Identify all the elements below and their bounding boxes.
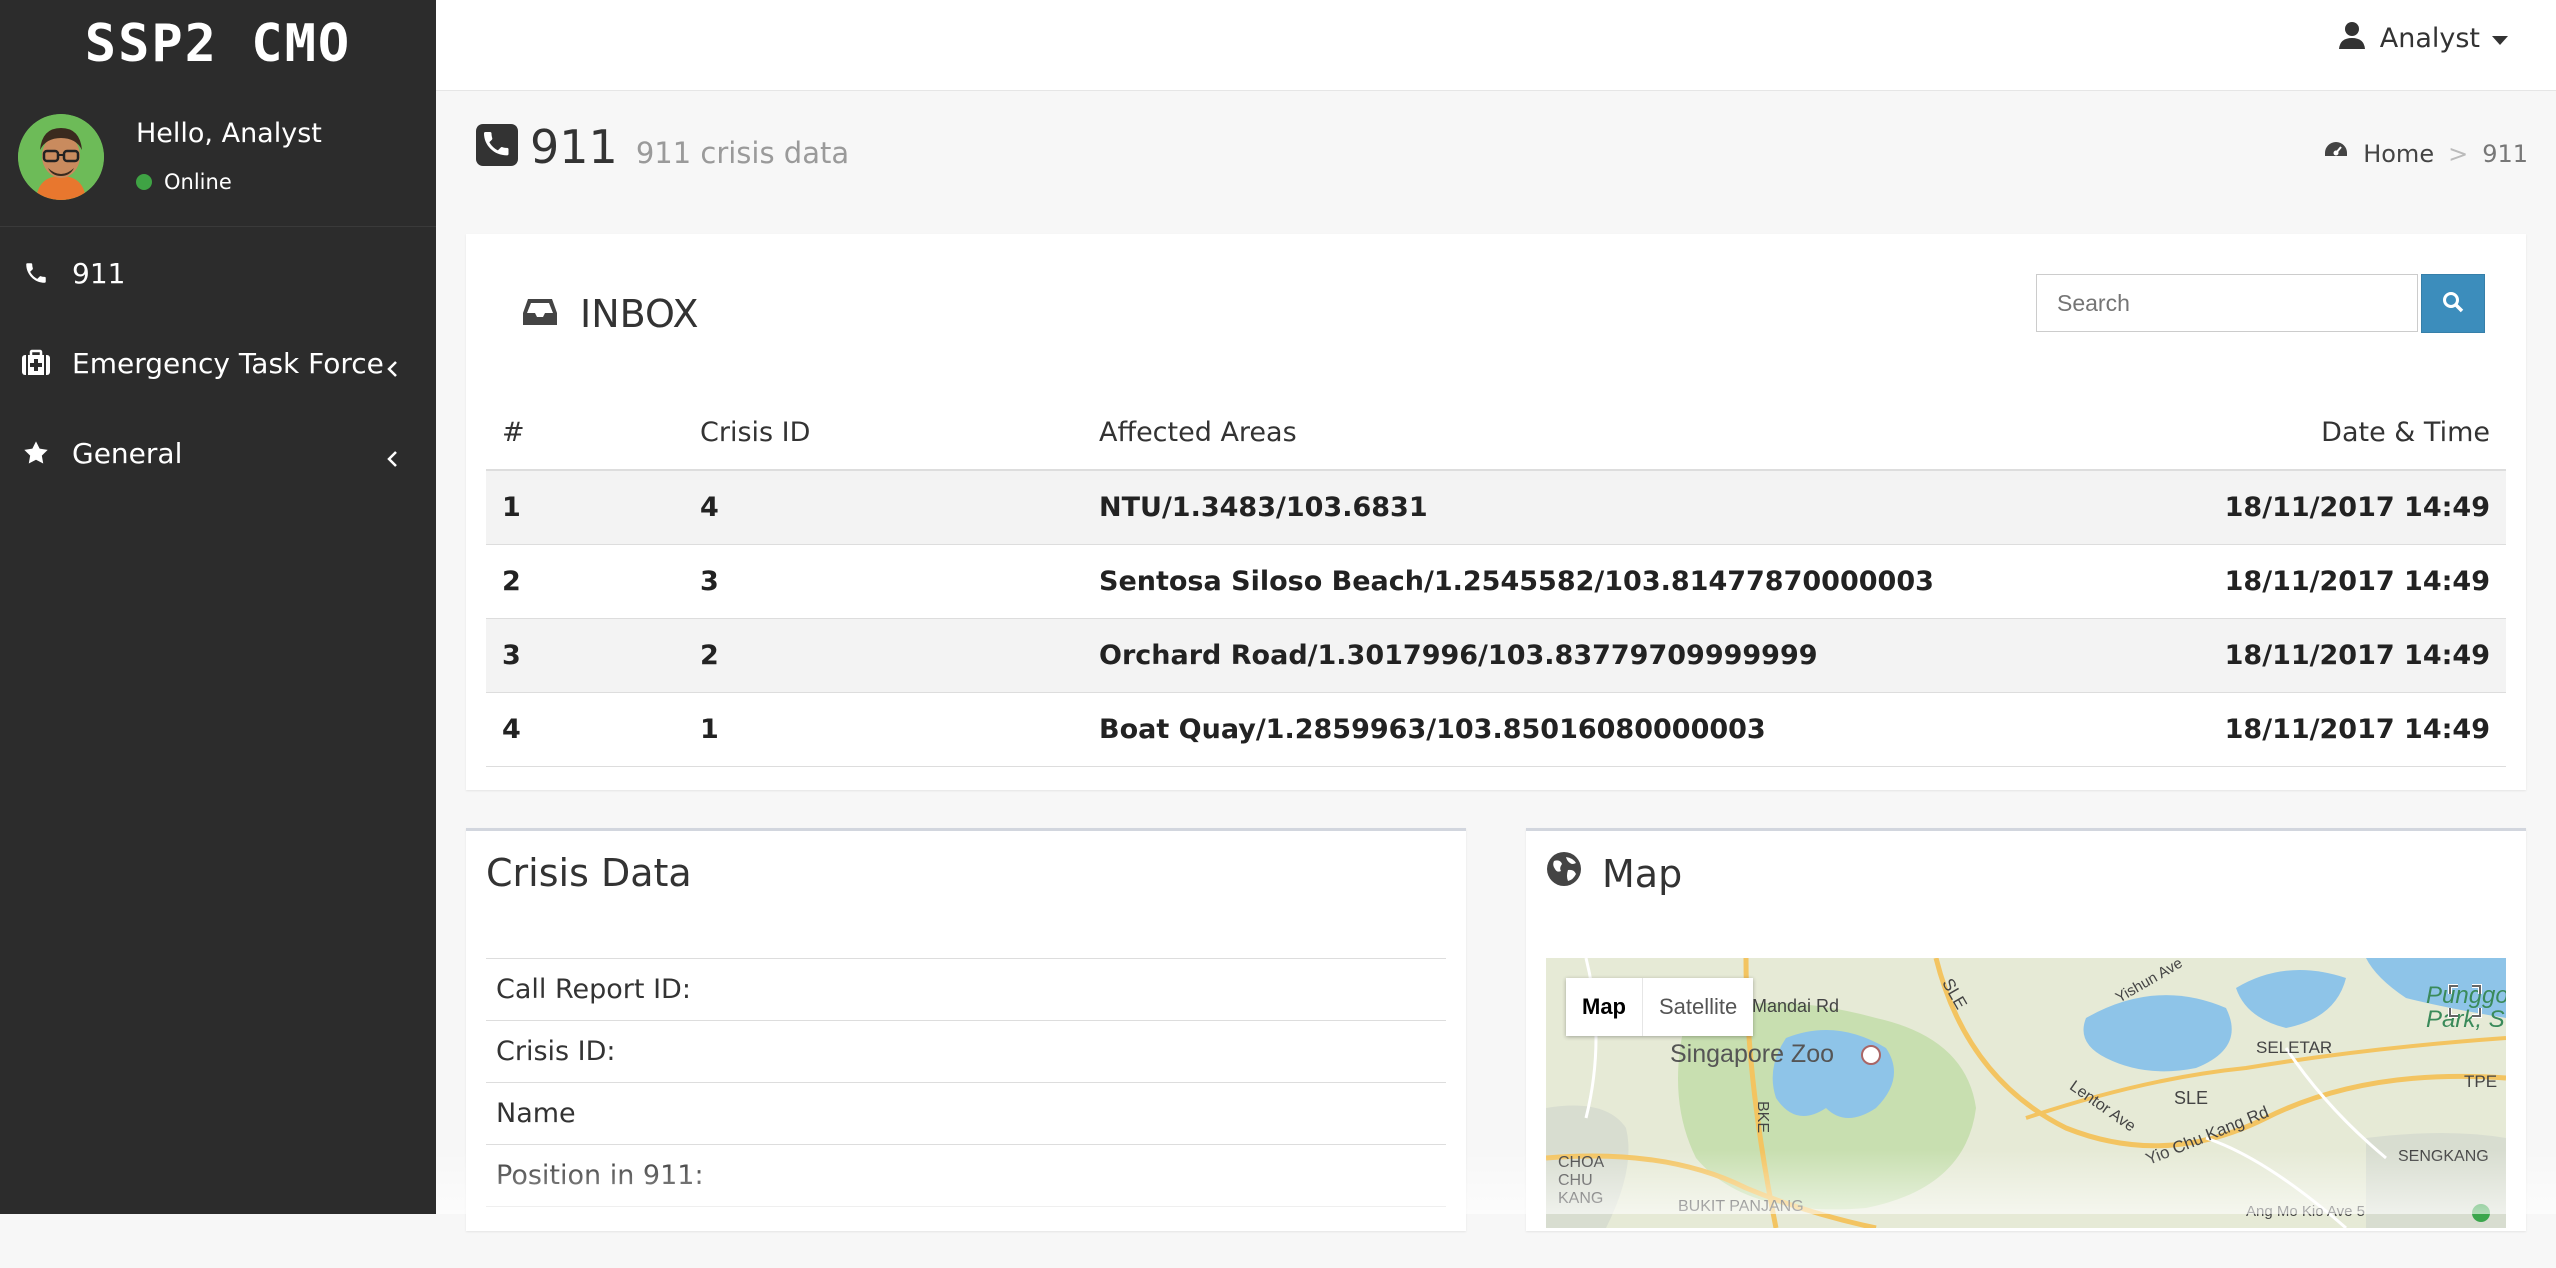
sidebar: SSP2 CMO Hello, Analyst Online 911 Emerg… [0, 0, 436, 1214]
breadcrumb-separator: > [2448, 140, 2469, 168]
sidebar-item-general[interactable]: General [0, 408, 436, 498]
online-status: Online [136, 170, 232, 194]
status-text: Online [164, 170, 232, 194]
medkit-icon [0, 349, 72, 377]
map-label: SENGKANG [2398, 1148, 2489, 1165]
search-button[interactable] [2421, 274, 2485, 333]
crisis-id: 2 [684, 618, 1083, 693]
map-type-satellite-button[interactable]: Satellite [1642, 978, 1753, 1036]
date-time: 18/11/2017 14:49 [2142, 469, 2506, 545]
map-type-map-button[interactable]: Map [1566, 978, 1642, 1036]
table-row[interactable]: 1 4 NTU/1.3483/103.6831 18/11/2017 14:49 [486, 469, 2506, 545]
map-label: BKE [1754, 1100, 1772, 1134]
chevron-left-icon [386, 352, 398, 385]
breadcrumb-current: 911 [2482, 140, 2528, 168]
map-label: Singapore Zoo [1670, 1040, 1835, 1068]
column-header: Date & Time [2142, 396, 2506, 471]
map-title: Map [1602, 851, 1683, 896]
crisis-field-call-report-id: Call Report ID: [486, 958, 1446, 1020]
map-label: SELETAR [2256, 1038, 2333, 1057]
online-dot-icon [136, 174, 152, 190]
inbox-panel: INBOX # Crisis ID Affected Areas Date & … [466, 234, 2526, 790]
sidebar-item-label: 911 [72, 256, 126, 290]
row-number: 2 [486, 544, 684, 619]
inbox-table: # Crisis ID Affected Areas Date & Time 1… [486, 396, 2506, 767]
affected-area: Sentosa Siloso Beach/1.2545582/103.81477… [1083, 544, 2143, 619]
phone-square-icon [476, 124, 518, 170]
affected-area: Boat Quay/1.2859963/103.85016080000003 [1083, 692, 2143, 767]
map-label: CHOA CHU KANG [1558, 1154, 1604, 1207]
crisis-data-panel: Crisis Data Call Report ID: Crisis ID: N… [466, 828, 1466, 1231]
inbox-icon [522, 292, 558, 336]
table-row[interactable]: 4 1 Boat Quay/1.2859963/103.850160800000… [486, 692, 2506, 767]
phone-icon [0, 260, 72, 286]
user-greeting: Hello, Analyst [136, 118, 322, 149]
row-number: 4 [486, 692, 684, 767]
user-menu[interactable]: Analyst [2338, 20, 2508, 57]
inbox-title: INBOX [580, 292, 699, 336]
caret-down-icon [2492, 36, 2508, 45]
fullscreen-icon [2442, 984, 2488, 1028]
row-number: 1 [486, 469, 684, 545]
crisis-id: 4 [684, 469, 1083, 545]
crisis-id: 1 [684, 692, 1083, 767]
row-number: 3 [486, 618, 684, 693]
map-label: Ang Mo Kio Ave 5 [2246, 1203, 2365, 1220]
crisis-field-position: Position in 911: [486, 1144, 1446, 1206]
page-header: 911 911 crisis data [476, 120, 849, 174]
top-navbar: Analyst [436, 0, 2556, 91]
page-title: 911 [530, 120, 618, 174]
user-icon [2338, 20, 2366, 57]
crisis-data-list: Call Report ID: Crisis ID: Name Position… [486, 958, 1446, 1268]
breadcrumb: Home > 911 [2323, 140, 2528, 168]
map-panel: Map Mandai Rd Singapore Zoo SLE SELETAR … [1526, 828, 2526, 1231]
avatar [18, 114, 104, 200]
star-icon [0, 439, 72, 467]
sidebar-item-emergency-task-force[interactable]: Emergency Task Force [0, 318, 436, 408]
globe-icon [1546, 851, 1582, 896]
sidebar-item-label: General [72, 436, 183, 470]
breadcrumb-home-link[interactable]: Home [2363, 140, 2434, 168]
crisis-field-crisis-id: Crisis ID: [486, 1020, 1446, 1082]
table-row[interactable]: 2 3 Sentosa Siloso Beach/1.2545582/103.8… [486, 544, 2506, 619]
chevron-left-icon [386, 442, 398, 475]
google-map[interactable]: Mandai Rd Singapore Zoo SLE SELETAR TPE … [1546, 958, 2506, 1228]
column-header: Crisis ID [684, 396, 1083, 471]
search-input[interactable] [2036, 274, 2418, 332]
search-icon [2441, 290, 2465, 318]
crisis-field-empty [486, 1206, 1446, 1268]
date-time: 18/11/2017 14:49 [2142, 692, 2506, 767]
map-header: Map [1546, 851, 1682, 896]
affected-area: Orchard Road/1.3017996/103.8377970999999… [1083, 618, 2143, 693]
sidebar-item-label: Emergency Task Force [72, 346, 384, 380]
fullscreen-button[interactable] [2442, 978, 2488, 1024]
column-header: Affected Areas [1083, 396, 2143, 471]
crisis-id: 3 [684, 544, 1083, 619]
crisis-field-name: Name [486, 1082, 1446, 1144]
dashboard-icon [2323, 140, 2349, 168]
table-header-row: # Crisis ID Affected Areas Date & Time [486, 396, 2506, 471]
map-label: BUKIT PANJANG [1678, 1198, 1804, 1215]
map-type-control: Map Satellite [1566, 978, 1754, 1036]
date-time: 18/11/2017 14:49 [2142, 618, 2506, 693]
user-panel: Hello, Analyst Online [0, 88, 436, 227]
map-label: Mandai Rd [1752, 996, 1840, 1016]
table-row[interactable]: 3 2 Orchard Road/1.3017996/103.837797099… [486, 618, 2506, 693]
sidebar-item-911[interactable]: 911 [0, 228, 436, 318]
column-header: # [486, 396, 684, 471]
date-time: 18/11/2017 14:49 [2142, 544, 2506, 619]
map-label: SLE [2174, 1088, 2209, 1108]
inbox-header: INBOX [522, 292, 699, 336]
page-subtitle: 911 crisis data [635, 136, 850, 170]
user-menu-label: Analyst [2379, 23, 2480, 54]
crisis-data-title: Crisis Data [486, 851, 692, 895]
map-label: TPE [2464, 1072, 2498, 1091]
affected-area: NTU/1.3483/103.6831 [1083, 469, 2143, 545]
brand-logo[interactable]: SSP2 CMO [0, 0, 436, 88]
